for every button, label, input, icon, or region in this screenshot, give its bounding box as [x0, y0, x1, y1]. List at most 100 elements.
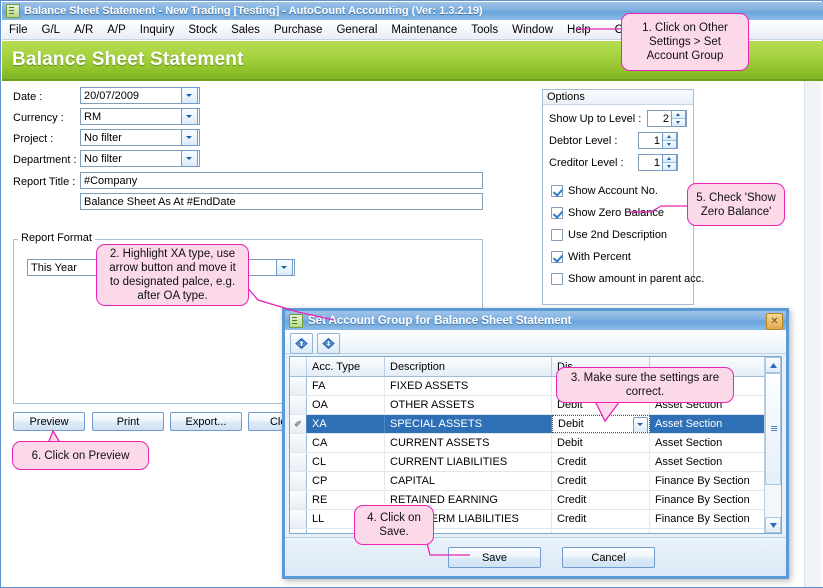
table-row[interactable]: CA CURRENT ASSETS Debit Asset Section [290, 434, 781, 453]
menu-item-purchase[interactable]: Purchase [267, 22, 330, 38]
report-format-legend: Report Format [18, 232, 95, 244]
cell-debit-credit: Credit [552, 472, 650, 490]
scroll-down-arrow-icon[interactable] [765, 517, 781, 533]
checkbox-icon[interactable] [551, 251, 563, 263]
spinner-arrows-icon[interactable] [671, 110, 686, 127]
options-group-title: Options [543, 90, 693, 105]
chevron-down-icon[interactable] [181, 87, 198, 104]
cell-section: Asset Section [650, 453, 781, 471]
report-title-line2-input[interactable]: Balance Sheet As At #EndDate [80, 193, 483, 210]
scroll-up-arrow-icon[interactable] [765, 357, 781, 373]
preview-button[interactable]: Preview [13, 412, 85, 431]
menu-item-inquiry[interactable]: Inquiry [133, 22, 182, 38]
date-combo[interactable]: 20/07/2009 [80, 87, 200, 104]
cancel-button[interactable]: Cancel [562, 547, 655, 568]
main-window-scrollbar[interactable] [804, 81, 821, 587]
menu-item-window[interactable]: Window [505, 22, 560, 38]
project-combo[interactable]: No filter [80, 129, 200, 146]
page-title: Balance Sheet Statement [12, 49, 244, 71]
show-up-to-level-stepper[interactable]: 2 [647, 110, 687, 127]
cell-debit-credit-value: Debit [558, 418, 584, 430]
export-button[interactable]: Export... [170, 412, 242, 431]
grid-vertical-scrollbar[interactable] [764, 357, 781, 533]
menu-item-maintenance[interactable]: Maintenance [384, 22, 464, 38]
table-row[interactable]: CL CURRENT LIABILITIES Credit Asset Sect… [290, 453, 781, 472]
cell-debit-credit: Credit [552, 529, 650, 534]
debtor-level-stepper[interactable]: 1 [638, 132, 678, 149]
menu-item-file[interactable]: File [2, 22, 35, 38]
spinner-arrows-icon[interactable] [662, 132, 677, 149]
move-down-button[interactable] [317, 333, 340, 354]
cell-description: FIXED ASSETS [385, 377, 552, 395]
chevron-down-icon[interactable] [276, 259, 293, 276]
debtor-level-value: 1 [639, 135, 662, 147]
label-date: Date : [13, 91, 42, 103]
label-creditor-level: Creditor Level : [549, 157, 624, 169]
checkbox-with-percent[interactable]: With Percent [551, 251, 631, 263]
cell-description: CAPITAL [385, 472, 552, 490]
window-title: Balance Sheet Statement - New Trading [T… [24, 5, 483, 17]
chevron-down-icon[interactable] [181, 150, 198, 167]
checkbox-icon[interactable] [551, 207, 563, 219]
checkbox-show-amount-in-parent-acc[interactable]: Show amount in parent acc. [551, 273, 704, 285]
arrow-down-icon [322, 337, 335, 350]
cell-acc-type: CL [307, 453, 385, 471]
move-up-button[interactable] [290, 333, 313, 354]
department-combo[interactable]: No filter [80, 150, 200, 167]
table-row[interactable]: CP CAPITAL Credit Finance By Section [290, 472, 781, 491]
report-title-line1-input[interactable]: #Company [80, 172, 483, 189]
grid-header-marker [290, 357, 307, 376]
cell-acc-type: XA [307, 415, 385, 433]
scrollbar-thumb[interactable] [765, 373, 781, 485]
cell-debit-credit: Credit [552, 453, 650, 471]
row-marker [290, 434, 307, 452]
grid-header-description[interactable]: Description [385, 357, 552, 376]
checkbox-icon[interactable] [551, 273, 563, 285]
menu-item-sales[interactable]: Sales [224, 22, 267, 38]
close-icon[interactable]: ✕ [766, 313, 783, 330]
spinner-arrows-icon[interactable] [662, 154, 677, 171]
label-currency: Currency : [13, 112, 64, 124]
callout-step-3: 3. Make sure the settings are correct. [556, 367, 734, 403]
creditor-level-stepper[interactable]: 1 [638, 154, 678, 171]
cell-debit-credit: Credit [552, 491, 650, 509]
cell-acc-type: CA [307, 434, 385, 452]
checkbox-icon[interactable] [551, 229, 563, 241]
menu-item-general[interactable]: General [329, 22, 384, 38]
cell-acc-type: FA [307, 377, 385, 395]
row-marker-edit-icon: ✐ [290, 415, 307, 433]
label-report-title: Report Title : [13, 176, 75, 188]
row-marker [290, 453, 307, 471]
table-row-selected[interactable]: ✐ XA SPECIAL ASSETS Debit Asset Section [290, 415, 781, 434]
callout-step-1: 1. Click on Other Settings > Set Account… [621, 13, 749, 71]
callout-4-leader [426, 539, 486, 561]
cell-section: Finance By Section [650, 472, 781, 490]
checkbox-use-2nd-description[interactable]: Use 2nd Description [551, 229, 667, 241]
chevron-down-icon[interactable] [181, 129, 198, 146]
label-department: Department : [13, 154, 77, 166]
callout-5-leader [629, 204, 691, 224]
cell-acc-type: OA [307, 396, 385, 414]
cell-acc-type: CP [307, 472, 385, 490]
checkbox-icon[interactable] [551, 185, 563, 197]
currency-combo[interactable]: RM [80, 108, 200, 125]
chevron-down-icon[interactable] [181, 108, 198, 125]
window-document-icon [6, 4, 20, 18]
checkbox-label: Use 2nd Description [568, 229, 667, 241]
menu-item-ap[interactable]: A/P [100, 22, 133, 38]
show-up-to-level-value: 2 [648, 113, 671, 125]
callout-step-5: 5. Check 'Show Zero Balance' [687, 183, 785, 226]
print-button[interactable]: Print [92, 412, 164, 431]
callout-2-leader [246, 286, 336, 326]
menu-item-gl[interactable]: G/L [35, 22, 68, 38]
menu-item-ar[interactable]: A/R [67, 22, 100, 38]
chevron-down-icon[interactable] [633, 417, 648, 433]
checkbox-show-account-no[interactable]: Show Account No. [551, 185, 658, 197]
department-value: No filter [81, 153, 181, 165]
row-marker [290, 529, 307, 534]
menu-item-tools[interactable]: Tools [464, 22, 505, 38]
grid-header-acc-type[interactable]: Acc. Type [307, 357, 385, 376]
row-marker [290, 377, 307, 395]
menu-item-stock[interactable]: Stock [181, 22, 224, 38]
creditor-level-value: 1 [639, 157, 662, 169]
